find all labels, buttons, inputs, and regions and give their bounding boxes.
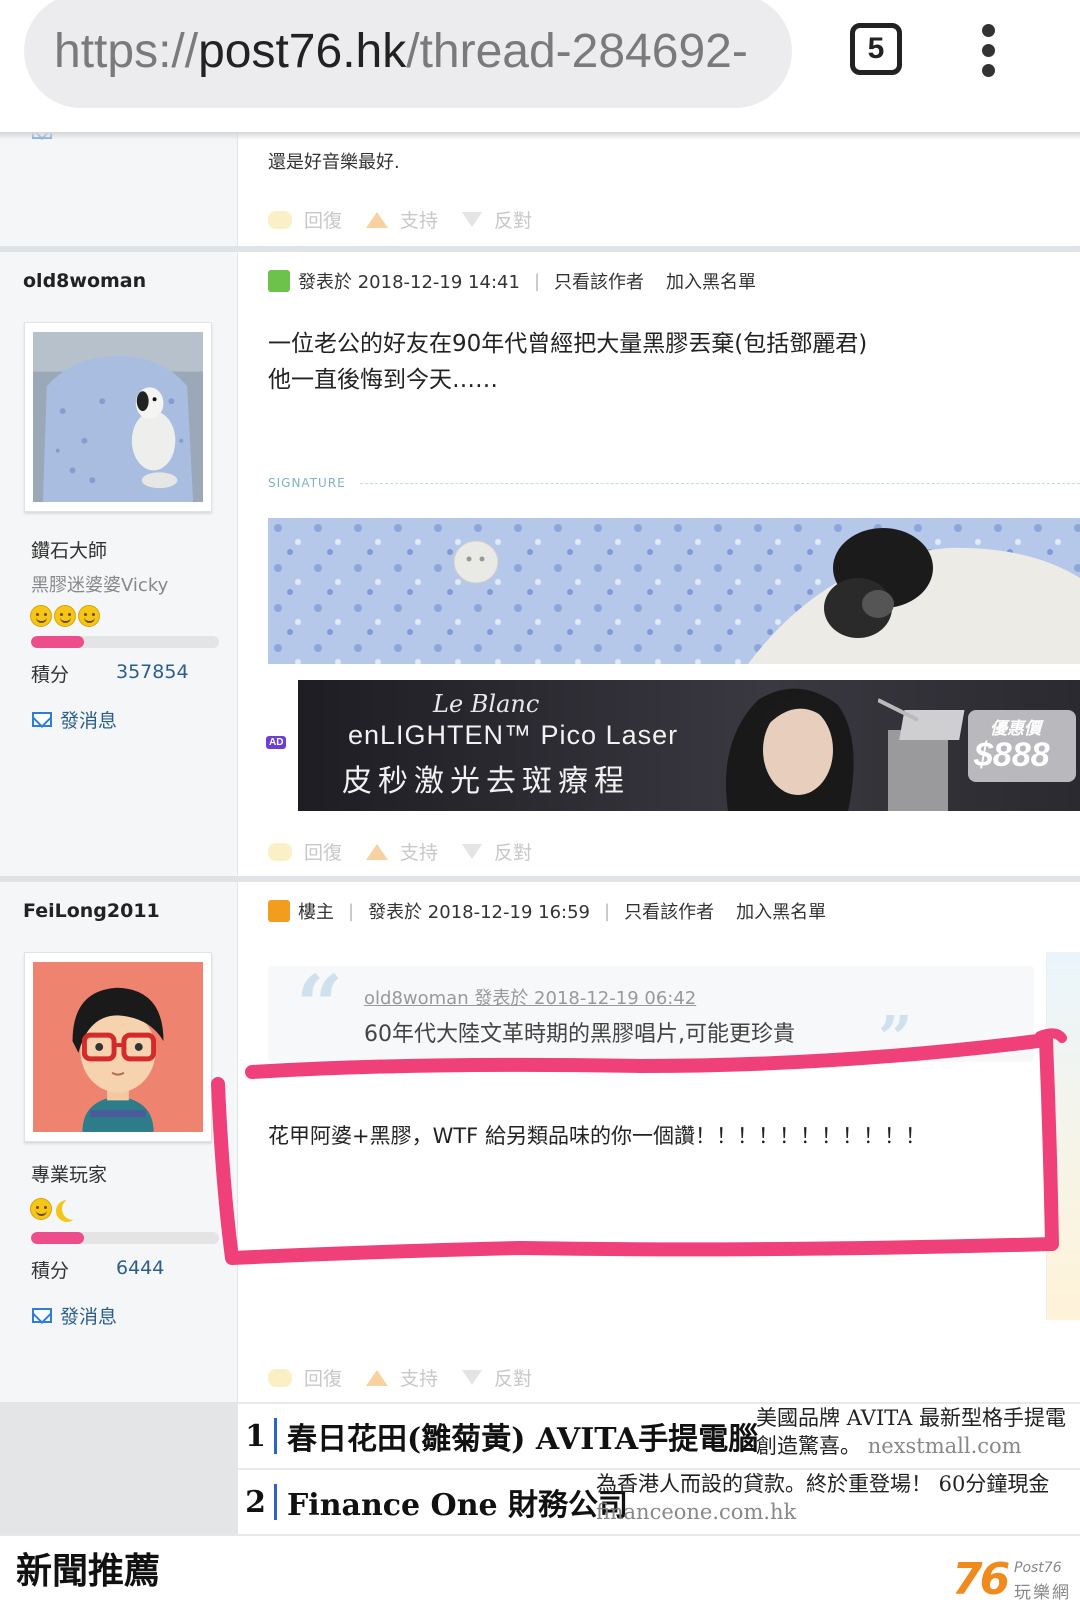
toolbar-shadow (0, 132, 1080, 140)
news-domain[interactable]: financeone.com.hk (596, 1498, 1049, 1526)
url-host: post76.hk (198, 24, 407, 78)
tab-switcher-button[interactable]: 5 (850, 23, 902, 75)
news-description: 美國品牌 AVITA 最新型格手提電 創造驚喜。 nexstmall.com (756, 1404, 1066, 1460)
browser-page: { "browser": { "url_proto": "https://", … (0, 0, 1080, 1604)
post76-logo[interactable]: 76 Post76 玩樂網 (952, 1554, 1080, 1604)
post-actions: 回復 支持 反對 (268, 1364, 556, 1391)
section-title: 新聞推薦 (16, 1551, 161, 1592)
news-description: 為香港人而設的貸款。終於重登場！ 60分鐘現金 financeone.com.h… (596, 1470, 1049, 1526)
reply-label: 回復 (304, 1368, 343, 1390)
thumb-up-arrow-icon (366, 1369, 389, 1386)
news-title[interactable]: Finance One 財務公司 (287, 1480, 628, 1524)
news-rank: 2 (245, 1484, 266, 1520)
overflow-menu-icon[interactable] (982, 24, 996, 78)
news-domain[interactable]: nexstmall.com (868, 1434, 1022, 1458)
left-column-footer (0, 1402, 238, 1534)
news-desc-line: 為香港人而設的貸款。終於重登場！ 60分鐘現金 (596, 1472, 1050, 1496)
news-desc-line: 創造驚喜。 (756, 1434, 861, 1458)
browser-toolbar: https://post76.hk/thread-284692- 5 (0, 0, 1080, 132)
url-path: /thread-284692- (406, 24, 748, 78)
news-accent-bar (274, 1484, 277, 1520)
logo-number: 76 (952, 1554, 1010, 1604)
reply-icon (268, 1368, 292, 1387)
logo-wordmark: Post76 (1014, 1560, 1062, 1576)
news-rank: 1 (245, 1418, 266, 1454)
section-divider (0, 1534, 1080, 1536)
news-desc-line: 美國品牌 AVITA 最新型格手提電 (756, 1406, 1066, 1430)
news-title[interactable]: 春日花田(雛菊黃) AVITA手提電腦 (287, 1414, 758, 1458)
url-protocol: https:// (54, 24, 199, 78)
support-label: 支持 (400, 1368, 439, 1390)
support-button[interactable]: 支持 (366, 1364, 438, 1391)
oppose-label: 反對 (494, 1368, 533, 1390)
address-bar[interactable]: https://post76.hk/thread-284692- (24, 0, 792, 108)
logo-subtitle: 玩樂網 (1014, 1583, 1071, 1603)
reply-button[interactable]: 回復 (268, 1364, 342, 1391)
oppose-button[interactable]: 反對 (462, 1364, 532, 1391)
thumb-down-arrow-icon (462, 1370, 483, 1385)
news-accent-bar (274, 1418, 277, 1454)
